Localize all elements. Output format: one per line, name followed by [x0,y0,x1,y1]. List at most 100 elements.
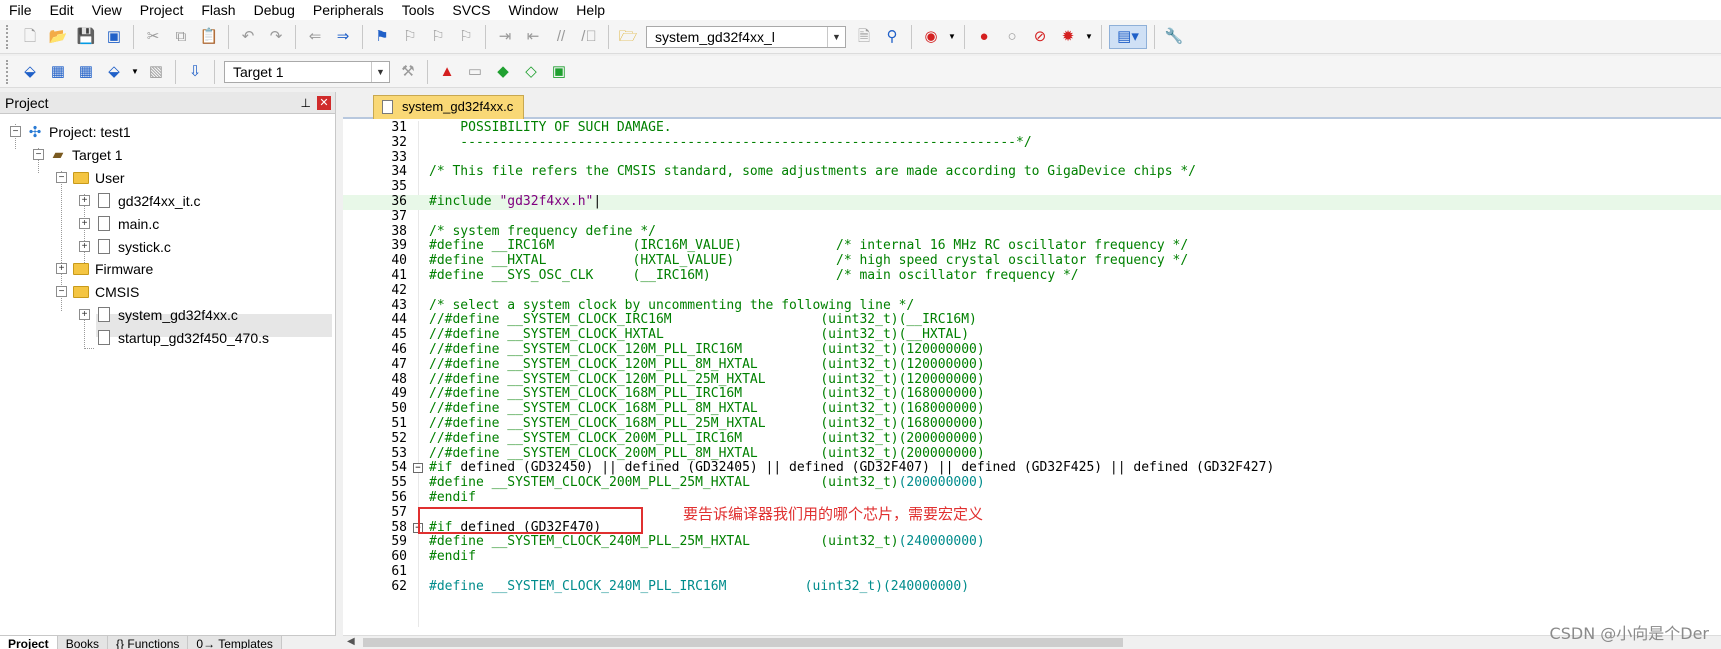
code-editor[interactable]: 31 POSSIBILITY OF SUCH DAMAGE. 32 -------… [343,121,1721,627]
code-line[interactable]: 49 //#define __SYSTEM_CLOCK_168M_PLL_IRC1… [343,386,1721,402]
file-combo[interactable]: system_gd32f4xx_l ▼ [646,25,846,48]
build-icon[interactable]: ▦ [46,60,70,84]
code-line[interactable]: 33 [343,150,1721,166]
configure-icon[interactable]: 🔧 [1162,25,1186,49]
rebuild-icon[interactable]: ▦ [74,60,98,84]
code-line[interactable]: 47 //#define __SYSTEM_CLOCK_120M_PLL_8M_H… [343,357,1721,373]
code-line[interactable]: 35 [343,179,1721,195]
tree-group-user[interactable]: − User [56,166,125,189]
menu-view[interactable]: View [83,0,131,20]
undo-icon[interactable]: ↶ [236,25,260,49]
cut-icon[interactable]: ✂ [141,25,165,49]
tree-group-cmsis[interactable]: − CMSIS [56,280,139,303]
code-line[interactable]: 41 #define __SYS_OSC_CLK (__IRC16M) /* ma… [343,268,1721,284]
download-icon[interactable]: ⇩ [183,60,207,84]
code-line[interactable]: 42 [343,283,1721,299]
find-in-files-icon[interactable]: 🗁 [616,25,640,49]
collapse-icon[interactable]: − [56,172,67,183]
new-file-icon[interactable]: 🗋 [18,25,42,49]
code-line[interactable]: 34 /* This file refers the CMSIS standard… [343,164,1721,180]
navigate-back-icon[interactable]: ⇐ [303,25,327,49]
menu-flash[interactable]: Flash [192,0,244,20]
prev-bookmark-icon[interactable]: ⚐ [398,25,422,49]
batch-build-icon[interactable]: ⬙ [102,60,126,84]
tab-templates[interactable]: 0→ Templates [188,636,282,649]
chevron-down-icon[interactable]: ▼ [1084,25,1094,49]
tab-project[interactable]: Project [0,636,58,649]
code-line[interactable]: 62 #define __SYSTEM_CLOCK_240M_PLL_IRC16M… [343,579,1721,595]
toolbar-grip[interactable] [6,24,10,49]
code-line[interactable]: 53 //#define __SYSTEM_CLOCK_200M_PLL_8M_H… [343,446,1721,462]
expand-icon[interactable]: + [79,309,90,320]
target-options-icon[interactable]: ⚒ [396,60,420,84]
menu-debug[interactable]: Debug [245,0,304,20]
unindent-icon[interactable]: ⇤ [521,25,545,49]
disable-breakpoint-icon[interactable]: ○ [1000,25,1024,49]
fold-toggle-icon[interactable]: − [413,463,423,474]
expand-icon[interactable]: + [56,263,67,274]
uncomment-icon[interactable]: /⃥ [577,25,601,49]
horizontal-scrollbar[interactable]: ◀ [343,635,1721,649]
tree-file-systick[interactable]: + systick.c [79,235,171,258]
debug-session-icon[interactable]: ◉ [919,25,943,49]
indent-icon[interactable]: ⇥ [493,25,517,49]
expand-icon[interactable]: + [79,195,90,206]
code-line[interactable]: 51 //#define __SYSTEM_CLOCK_168M_PLL_25M_… [343,416,1721,432]
manage-runtime-environment-icon[interactable]: ◆ [491,60,515,84]
tree-project[interactable]: − ✣ Project: test1 [10,120,131,143]
select-software-packs-icon[interactable]: ◇ [519,60,543,84]
code-line[interactable]: 40 #define __HXTAL (HXTAL_VALUE) /* high … [343,253,1721,269]
code-line[interactable]: 38 /* system frequency define */ [343,224,1721,240]
code-line[interactable]: 31 POSSIBILITY OF SUCH DAMAGE. [343,121,1721,136]
toolbar-grip[interactable] [6,59,10,84]
copy-icon[interactable]: ⧉ [169,25,193,49]
code-line[interactable]: 48 //#define __SYSTEM_CLOCK_120M_PLL_25M_… [343,372,1721,388]
menu-project[interactable]: Project [131,0,193,20]
navigate-forward-icon[interactable]: ⇒ [331,25,355,49]
collapse-icon[interactable]: − [33,149,44,160]
tree-file-main[interactable]: + main.c [79,212,159,235]
save-all-icon[interactable]: ▣ [102,25,126,49]
code-line[interactable]: 44 //#define __SYSTEM_CLOCK_IRC16M (uint3… [343,312,1721,328]
menu-help[interactable]: Help [567,0,614,20]
code-line[interactable]: 36 #include "gd32f4xx.h"| [343,194,1721,210]
code-line[interactable]: 50 //#define __SYSTEM_CLOCK_168M_PLL_8M_H… [343,401,1721,417]
incremental-find-icon[interactable]: ⚲ [880,25,904,49]
menu-tools[interactable]: Tools [393,0,444,20]
close-icon[interactable]: ✕ [317,95,331,110]
stop-build-icon[interactable]: ▧ [144,60,168,84]
disable-all-breakpoints-icon[interactable]: ⊘ [1028,25,1052,49]
insert-breakpoint-icon[interactable]: ● [972,25,996,49]
scrollbar-thumb[interactable] [363,638,1123,647]
find-icon[interactable]: 🗎 [852,25,876,49]
code-line[interactable]: 55 #define __SYSTEM_CLOCK_200M_PLL_25M_HX… [343,475,1721,491]
tab-books[interactable]: Books [57,636,109,649]
menu-svcs[interactable]: SVCS [443,0,499,20]
chevron-down-icon[interactable]: ▼ [371,61,389,82]
code-line[interactable]: 52 //#define __SYSTEM_CLOCK_200M_PLL_IRC1… [343,431,1721,447]
code-line[interactable]: 39 #define __IRC16M (IRC16M_VALUE) /* int… [343,238,1721,254]
chevron-down-icon[interactable]: ▼ [130,60,140,84]
tab-system-gd32f4xx[interactable]: system_gd32f4xx.c [373,95,525,119]
translate-icon[interactable]: ⬙ [18,60,42,84]
code-line[interactable]: 46 //#define __SYSTEM_CLOCK_120M_PLL_IRC1… [343,342,1721,358]
chevron-down-icon[interactable]: ▼ [947,25,957,49]
kill-breakpoints-icon[interactable]: ✹ [1056,25,1080,49]
code-line[interactable]: 43 /* select a system clock by uncommenti… [343,298,1721,314]
scroll-left-icon[interactable]: ◀ [347,636,355,647]
clear-bookmarks-icon[interactable]: ⚐ [454,25,478,49]
chevron-down-icon[interactable]: ▼ [827,26,845,47]
window-layout-icon[interactable]: ▤▾ [1109,24,1147,49]
tree-file-system[interactable]: + system_gd32f4xx.c [79,303,238,326]
menu-window[interactable]: Window [500,0,568,20]
pin-icon[interactable]: ⊥ [301,96,311,110]
expand-icon[interactable]: + [79,241,90,252]
collapse-icon[interactable]: − [10,126,21,137]
code-line[interactable]: 60 #endif [343,549,1721,565]
expand-icon[interactable]: + [79,218,90,229]
tab-functions[interactable]: {} Functions [108,636,189,649]
code-line[interactable]: 61 [343,564,1721,580]
menu-edit[interactable]: Edit [41,0,83,20]
code-line[interactable]: 32 -------------------------------------… [343,135,1721,151]
tree-group-firmware[interactable]: + Firmware [56,257,153,280]
